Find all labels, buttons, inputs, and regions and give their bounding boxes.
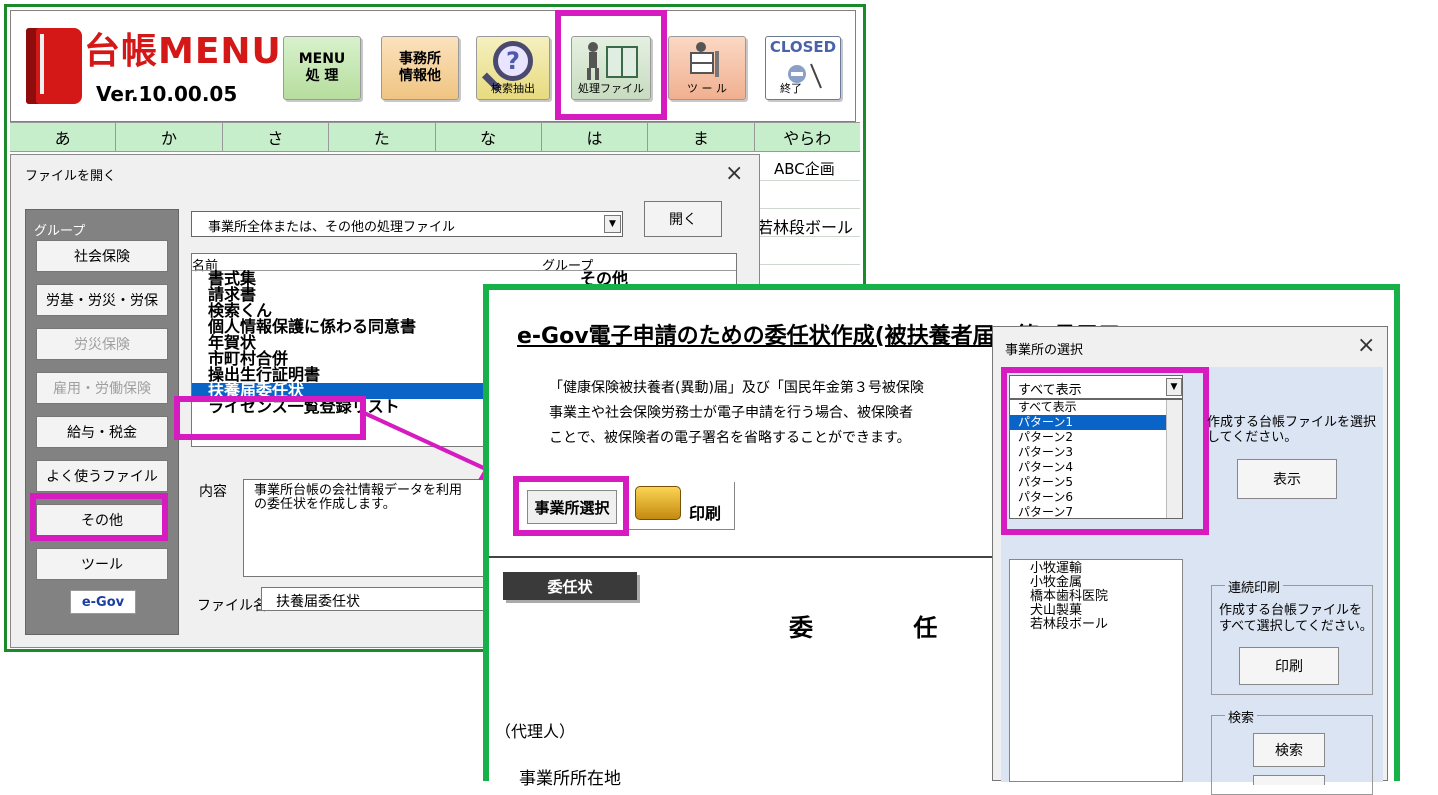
- filename-label: ファイル名: [197, 598, 267, 614]
- search-legend: 検索: [1225, 707, 1258, 726]
- secondary-button[interactable]: [1253, 775, 1325, 785]
- tool-label: ツ ー ル: [687, 82, 727, 95]
- toolbox-person-icon: [690, 42, 719, 77]
- group-rosai-hoken-button[interactable]: 労災保険: [36, 328, 168, 360]
- office-select-button[interactable]: 事業所選択: [527, 490, 617, 524]
- egov-logo: e-Gov: [70, 590, 136, 614]
- group-favorite-button[interactable]: よく使うファイル: [36, 460, 168, 492]
- office-item[interactable]: 犬山製菓: [1030, 604, 1082, 618]
- search-button[interactable]: 検索: [1253, 733, 1325, 767]
- tab-yarawa[interactable]: やらわ: [755, 123, 860, 151]
- dialog-title: 事業所の選択: [1005, 343, 1084, 358]
- egov-description: 「健康保険被扶養者(異動)届」及び「国民年金第３号被保険 事業主や社会保険労務士…: [549, 376, 924, 451]
- menu-process-button[interactable]: MENU 処 理: [283, 36, 361, 100]
- search-extract-label: 検索抽出: [491, 82, 535, 95]
- tab-sa[interactable]: さ: [223, 123, 330, 151]
- serial-print-text: 作成する台帳ファイルを すべて選択してください。: [1219, 603, 1373, 635]
- group-koyo-button[interactable]: 雇用・労働保険: [36, 372, 168, 404]
- printer-icon: [635, 486, 681, 520]
- tab-a[interactable]: あ: [10, 123, 117, 151]
- office-info-label-2: 情報他: [399, 68, 441, 84]
- dropdown-arrow-icon[interactable]: ▼: [604, 215, 621, 233]
- menu-process-label-2: 処 理: [305, 68, 339, 84]
- kana-index-tabs: あ か さ た な は ま やらわ: [10, 122, 860, 152]
- desc-line: 事業主や社会保険労務士が電子申請を行う場合、被保険者: [549, 405, 913, 421]
- magnifier-icon: ?: [493, 41, 533, 81]
- highlight-sonota: [30, 493, 168, 541]
- group-roki-rosai-button[interactable]: 労基・労災・労保: [36, 284, 168, 316]
- open-button[interactable]: 開く: [644, 201, 722, 237]
- exit-label: 終了: [780, 82, 802, 95]
- search-extract-button[interactable]: ? 検索抽出: [476, 36, 550, 100]
- office-info-button[interactable]: 事務所 情報他: [381, 36, 459, 100]
- delegation-badge: 委任状: [503, 572, 637, 600]
- office-item[interactable]: 橋本歯科医院: [1030, 590, 1108, 604]
- company-row-wakabayashi[interactable]: 若林段ボール: [757, 214, 853, 238]
- group-shakai-hoken-button[interactable]: 社会保険: [36, 240, 168, 272]
- tab-na[interactable]: な: [436, 123, 542, 151]
- office-info-label: 事務所: [399, 51, 441, 67]
- tab-ka[interactable]: か: [116, 123, 223, 151]
- serial-print-button[interactable]: 印刷: [1239, 647, 1339, 685]
- closed-label: CLOSED: [769, 38, 837, 56]
- show-button[interactable]: 表示: [1237, 459, 1337, 499]
- print-button-label: 印刷: [689, 504, 722, 523]
- office-item[interactable]: 小牧運輸: [1030, 562, 1082, 576]
- highlight-process-file: [555, 10, 667, 120]
- group-panel: グループ 社会保険 労基・労災・労保 労災保険 雇用・労働保険 給与・税金 よく…: [25, 209, 179, 635]
- instruction-text: 作成する台帳ファイルを選択 してください。: [1207, 415, 1376, 445]
- app-version: Ver.10.00.05: [96, 82, 238, 106]
- desc-line: 「健康保険被扶養者(異動)届」及び「国民年金第３号被保険: [549, 380, 924, 396]
- serial-print-legend: 連続印刷: [1225, 577, 1284, 596]
- instruction-line: してください。: [1207, 430, 1298, 445]
- office-item[interactable]: 小牧金属: [1030, 576, 1082, 590]
- serial-text-line: 作成する台帳ファイルを: [1219, 603, 1363, 618]
- company-row-abc[interactable]: ABC企画: [774, 158, 835, 179]
- office-dialog-body: すべて表示 ▼ すべて表示 パターン1 パターン2 パターン3 パターン4 パタ…: [1001, 367, 1383, 795]
- close-icon[interactable]: ×: [1357, 333, 1375, 358]
- group-tool-button[interactable]: ツール: [36, 548, 168, 580]
- office-item[interactable]: 若林段ボール: [1030, 618, 1108, 632]
- book-logo-icon: [26, 28, 82, 104]
- highlight-fuyo-file: [174, 396, 366, 440]
- divider: [489, 556, 1009, 558]
- agent-label: （代理人）: [495, 722, 576, 741]
- group-kyuyo-button[interactable]: 給与・税金: [36, 416, 168, 448]
- office-select-dialog: 事業所の選択 × すべて表示 ▼ すべて表示 パターン1 パターン2 パターン3…: [992, 326, 1388, 795]
- serial-text-line: すべて選択してください。: [1219, 619, 1373, 634]
- highlight-office-select: 事業所選択: [513, 476, 629, 536]
- tab-ta[interactable]: た: [329, 123, 436, 151]
- desc-line: ことで、被保険者の電子署名を省略することができます。: [549, 430, 911, 446]
- group-label: グループ: [34, 224, 86, 239]
- group-filter-select[interactable]: 事業所全体または、その他の処理ファイル ▼: [191, 211, 623, 237]
- content-text-line: の委任状を作成します。: [254, 497, 396, 512]
- office-address-label: 事業所所在地: [519, 769, 621, 789]
- dialog-title: ファイルを開く: [25, 169, 117, 184]
- group-filter-value: 事業所全体または、その他の処理ファイル: [208, 220, 456, 235]
- closed-exit-button[interactable]: CLOSED 終了: [765, 36, 841, 100]
- content-label: 内容: [199, 484, 227, 500]
- menu-process-label: MENU: [298, 51, 346, 67]
- tab-ma[interactable]: ま: [648, 123, 755, 151]
- app-title: 台帳MENU: [84, 31, 282, 72]
- tool-button[interactable]: ツ ー ル: [668, 36, 746, 100]
- tab-ha[interactable]: は: [542, 123, 649, 151]
- close-icon[interactable]: ×: [725, 161, 743, 186]
- highlight-pattern-list: [1001, 367, 1209, 535]
- office-list[interactable]: 小牧運輸 小牧金属 橋本歯科医院 犬山製菓 若林段ボール: [1009, 559, 1183, 782]
- instruction-line: 作成する台帳ファイルを選択: [1207, 415, 1377, 430]
